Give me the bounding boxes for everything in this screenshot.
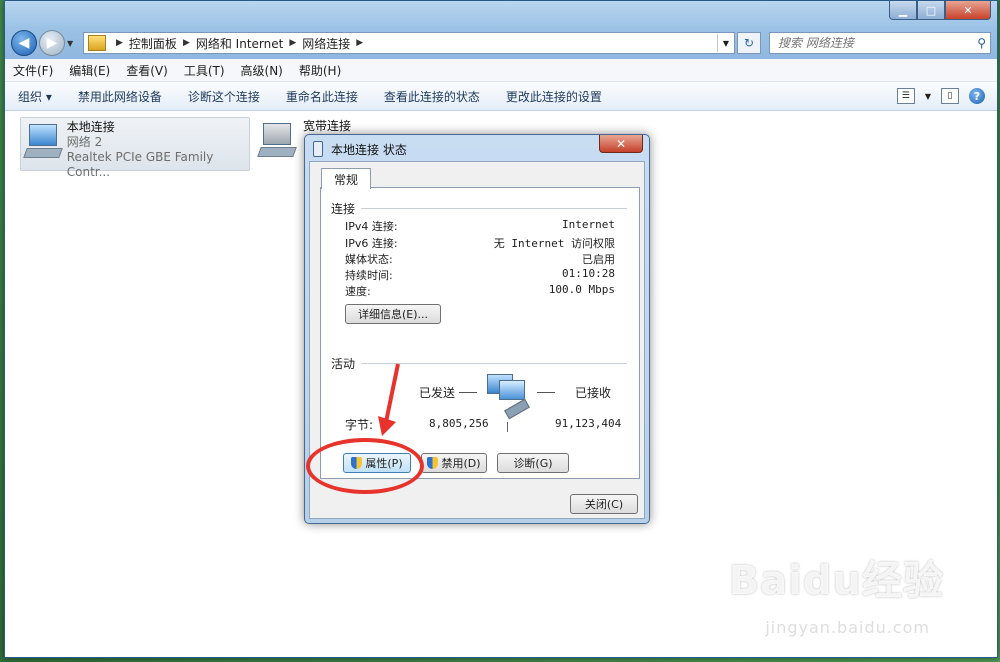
duration-row: 持续时间: 01:10:28 <box>345 267 615 283</box>
navigation-row: ◀ ▶ ▼ ▶ 控制面板 ▶ 网络和 Internet ▶ 网络连接 ▶ ▼ ↻ <box>11 30 991 56</box>
duration-label: 持续时间: <box>345 269 393 282</box>
media-state-label: 媒体状态: <box>345 253 393 266</box>
speed-label: 速度: <box>345 285 371 298</box>
menu-tools[interactable]: 工具(T) <box>176 62 233 79</box>
control-panel-icon <box>88 35 106 51</box>
arrow-right-icon: ▶ <box>46 35 58 51</box>
ipv4-row: IPv4 连接: Internet <box>345 218 615 234</box>
ipv4-value: Internet <box>562 218 615 231</box>
details-button[interactable]: 详细信息(E)... <box>345 304 441 324</box>
connection-adapter: Realtek PCIe GBE Family Contr... <box>66 150 214 179</box>
change-settings-button[interactable]: 更改此连接的设置 <box>493 88 615 105</box>
ipv6-row: IPv6 连接: 无 Internet 访问权限 <box>345 235 615 251</box>
close-window-button[interactable]: ✕ <box>945 1 991 20</box>
ipv4-label: IPv4 连接: <box>345 220 398 233</box>
network-computer-icon <box>23 122 63 162</box>
connection-section-label: 连接 <box>331 202 356 216</box>
network-activity-icon <box>487 374 531 420</box>
caption-buttons: ▁ □ ✕ <box>889 1 991 20</box>
chevron-right-icon: ▶ <box>116 38 123 48</box>
annotation-arrow-icon <box>378 363 400 436</box>
disable-device-button[interactable]: 禁用此网络设备 <box>65 88 175 105</box>
disable-button-label: 禁用(D) <box>441 457 481 470</box>
received-dash <box>537 392 555 393</box>
minimize-button[interactable]: ▁ <box>889 1 917 20</box>
search-icon[interactable]: ⚲ <box>977 36 986 50</box>
ipv6-value: 无 Internet 访问权限 <box>493 237 615 250</box>
bytes-sent-value: 8,805,256 <box>429 417 489 430</box>
recent-pages-dropdown[interactable]: ▼ <box>67 39 77 48</box>
bytes-received-value: 91,123,404 <box>555 417 622 430</box>
organize-button[interactable]: 组织 ▾ <box>5 88 65 105</box>
chevron-right-icon[interactable]: ▶ <box>356 38 363 48</box>
command-bar: 组织 ▾ 禁用此网络设备 诊断这个连接 重命名此连接 查看此连接的状态 更改此连… <box>5 82 997 111</box>
rename-connection-button[interactable]: 重命名此连接 <box>273 88 371 105</box>
back-button[interactable]: ◀ <box>11 30 37 56</box>
search-box[interactable]: ⚲ <box>769 32 991 54</box>
bytes-label: 字节: <box>345 418 374 432</box>
watermark-url: jingyan.baidu.com <box>765 618 930 637</box>
forward-button[interactable]: ▶ <box>39 30 65 56</box>
activity-divider <box>507 422 508 432</box>
dialog-title: 本地连接 状态 <box>313 139 407 159</box>
close-icon: ✕ <box>615 136 627 151</box>
close-button[interactable]: 关闭(C) <box>570 494 638 514</box>
connection-name: 本地连接 <box>66 120 115 134</box>
activity-section-label: 活动 <box>331 357 356 371</box>
refresh-icon: ↻ <box>743 36 755 50</box>
network-adapter-icon <box>313 141 323 157</box>
diagnose-connection-button[interactable]: 诊断这个连接 <box>175 88 273 105</box>
received-label: 已接收 <box>575 386 612 400</box>
view-status-button[interactable]: 查看此连接的状态 <box>371 88 493 105</box>
change-view-icon[interactable]: ☰ <box>896 88 915 104</box>
view-controls: ☰ ▼ ▯ ? <box>896 88 985 104</box>
menu-advanced[interactable]: 高级(N) <box>233 62 291 79</box>
preview-pane-icon[interactable]: ▯ <box>941 88 959 104</box>
speed-value: 100.0 Mbps <box>548 283 615 296</box>
refresh-button[interactable]: ↻ <box>737 32 761 54</box>
tab-general[interactable]: 常规 <box>321 168 371 189</box>
duration-value: 01:10:28 <box>562 267 615 280</box>
annotation-ellipse <box>306 438 424 494</box>
menu-file[interactable]: 文件(F) <box>5 62 61 79</box>
disable-button[interactable]: 禁用(D) <box>421 453 487 473</box>
menu-edit[interactable]: 编辑(E) <box>61 62 118 79</box>
ipv6-label: IPv6 连接: <box>345 237 398 250</box>
speed-row: 速度: 100.0 Mbps <box>345 283 615 299</box>
title-bar: ▁ □ ✕ ◀ ▶ ▼ ▶ 控制面板 ▶ 网络和 Internet ▶ 网络连接… <box>5 1 997 59</box>
media-state-value: 已启用 <box>582 253 615 266</box>
connection-name: 宽带连接 <box>303 119 352 133</box>
section-divider <box>361 208 627 209</box>
view-dropdown-icon[interactable]: ▼ <box>925 92 931 101</box>
sent-dash <box>459 392 477 393</box>
dialog-title-text: 本地连接 状态 <box>331 142 407 157</box>
dialog-close-button[interactable]: ✕ <box>599 135 643 153</box>
help-icon[interactable]: ? <box>969 88 985 104</box>
menu-bar: 文件(F) 编辑(E) 查看(V) 工具(T) 高级(N) 帮助(H) <box>5 59 997 82</box>
connection-item-local[interactable]: 本地连接 网络 2 Realtek PCIe GBE Family Contr.… <box>20 117 250 179</box>
arrow-left-icon: ◀ <box>18 35 30 51</box>
sent-label: 已发送 <box>419 386 456 400</box>
baidu-watermark: Baidu经验 <box>728 558 944 604</box>
search-input[interactable] <box>776 35 970 51</box>
breadcrumb: ▶ 控制面板 ▶ 网络和 Internet ▶ 网络连接 ▶ <box>110 35 369 52</box>
menu-help[interactable]: 帮助(H) <box>291 62 349 79</box>
breadcrumb-network-connections[interactable]: 网络连接 <box>302 35 350 52</box>
broadband-computer-icon <box>257 121 297 161</box>
menu-view[interactable]: 查看(V) <box>118 62 176 79</box>
maximize-button[interactable]: □ <box>917 1 945 20</box>
general-panel: 连接 IPv4 连接: Internet IPv6 连接: 无 Internet… <box>320 187 640 479</box>
breadcrumb-control-panel[interactable]: 控制面板 <box>129 35 177 52</box>
diagnose-button[interactable]: 诊断(G) <box>497 453 569 473</box>
breadcrumb-network-internet[interactable]: 网络和 Internet <box>196 35 283 52</box>
address-bar[interactable]: ▶ 控制面板 ▶ 网络和 Internet ▶ 网络连接 ▶ ▼ <box>83 32 735 54</box>
chevron-right-icon[interactable]: ▶ <box>183 38 190 48</box>
uac-shield-icon <box>427 457 439 469</box>
media-state-row: 媒体状态: 已启用 <box>345 251 615 267</box>
address-dropdown[interactable]: ▼ <box>717 34 734 52</box>
chevron-right-icon[interactable]: ▶ <box>289 38 296 48</box>
connection-network: 网络 2 <box>66 135 103 149</box>
